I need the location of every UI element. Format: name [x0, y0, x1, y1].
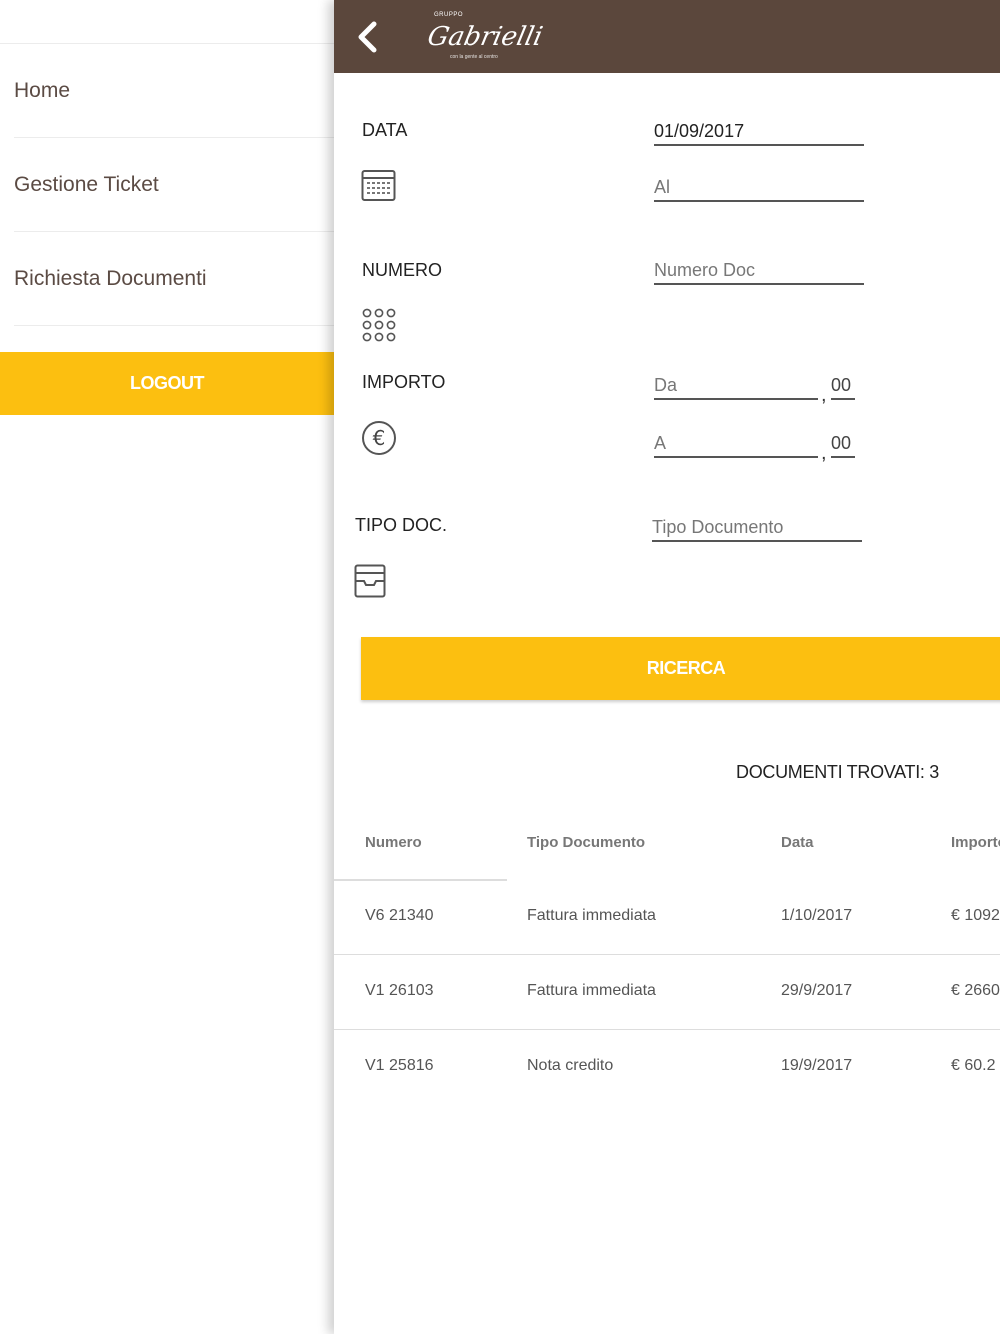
svg-text:€: €	[373, 426, 386, 450]
cell-importo: € 1092	[951, 907, 1000, 924]
sidebar-item-home[interactable]: Home	[14, 44, 334, 138]
cell-tipo: Fattura immediata	[527, 982, 656, 999]
cell-tipo: Fattura immediata	[527, 907, 656, 924]
importo-da-field[interactable]: Da	[654, 372, 818, 400]
importo-label: IMPORTO	[362, 372, 446, 392]
logo-group-text: GRUPPO	[434, 12, 464, 18]
cell-numero: V1 25816	[365, 1057, 434, 1074]
sidebar-item-gestione-ticket[interactable]: Gestione Ticket	[14, 138, 334, 232]
decimal-separator: ,	[821, 384, 827, 406]
numero-label: NUMERO	[362, 260, 442, 280]
cell-numero: V1 26103	[365, 982, 434, 999]
logo-tagline: con la gente al centro	[450, 54, 498, 60]
sidebar: Home Gestione Ticket Richiesta Documenti…	[0, 0, 334, 1334]
cell-importo: € 60.2	[951, 1057, 996, 1074]
sidebar-item-label: Gestione Ticket	[14, 172, 159, 196]
decimal-separator: ,	[821, 442, 827, 464]
sidebar-item-label: Richiesta Documenti	[14, 266, 207, 290]
column-header-data[interactable]: Data	[781, 834, 814, 851]
sidebar-item-richiesta-documenti[interactable]: Richiesta Documenti	[14, 232, 334, 326]
cell-importo: € 2660	[951, 982, 1000, 999]
main-panel: GRUPPO Gabrielli con la gente al centro …	[334, 0, 1000, 1334]
sidebar-item-label: Home	[14, 78, 71, 102]
table-row[interactable]: V6 21340 Fattura immediata 1/10/2017 € 1…	[334, 880, 1000, 955]
tipo-doc-label: TIPO DOC.	[355, 515, 448, 535]
keypad-icon	[362, 308, 396, 342]
table-row[interactable]: V1 25816 Nota credito 19/9/2017 € 60.2	[334, 1030, 1000, 1105]
calendar-icon	[361, 170, 396, 201]
cell-numero: V6 21340	[365, 907, 434, 924]
numero-doc-field[interactable]: Numero Doc	[654, 257, 864, 285]
brand-logo: GRUPPO Gabrielli con la gente al centro	[425, 10, 545, 64]
results-count: DOCUMENTI TROVATI: 3	[736, 762, 940, 782]
date-to-field[interactable]: Al	[654, 174, 864, 202]
date-from-field[interactable]: 01/09/2017	[654, 118, 864, 146]
top-bar: GRUPPO Gabrielli con la gente al centro	[334, 0, 1000, 73]
importo-a-decimal-field[interactable]: 00	[831, 430, 855, 458]
column-header-tipo-documento[interactable]: Tipo Documento	[527, 834, 645, 851]
archive-box-icon	[354, 564, 386, 598]
cell-tipo: Nota credito	[527, 1057, 614, 1074]
tipo-documento-field[interactable]: Tipo Documento	[652, 514, 862, 542]
column-header-numero[interactable]: Numero	[365, 834, 422, 851]
data-label: DATA	[362, 120, 408, 140]
importo-a-field[interactable]: A	[654, 430, 818, 458]
cell-data: 1/10/2017	[781, 907, 853, 924]
euro-icon: €	[362, 421, 396, 455]
cell-data: 29/9/2017	[781, 982, 853, 999]
importo-da-decimal-field[interactable]: 00	[831, 372, 855, 400]
logo-name: Gabrielli	[424, 22, 546, 52]
search-button[interactable]: RICERCA	[361, 637, 1000, 700]
cell-data: 19/9/2017	[781, 1057, 853, 1074]
chevron-left-icon[interactable]	[352, 18, 382, 56]
column-header-importo[interactable]: Importo	[951, 834, 1000, 851]
logout-button[interactable]: LOGOUT	[0, 352, 334, 415]
table-row[interactable]: V1 26103 Fattura immediata 29/9/2017 € 2…	[334, 955, 1000, 1030]
